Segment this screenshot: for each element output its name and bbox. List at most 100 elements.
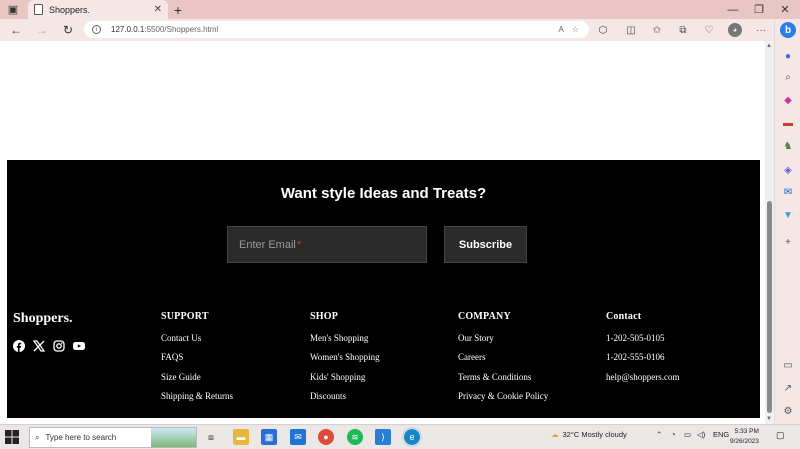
favorite-star-icon[interactable]: ☆ <box>572 25 579 34</box>
footer-column-shop: SHOP Men's Shopping Women's Shopping Kid… <box>310 311 380 411</box>
show-hidden-icons-chevron-up-icon[interactable]: ⌃ <box>656 430 662 439</box>
footer-column-support: SUPPORT Contact Us FAQS Size Guide Shipp… <box>161 311 233 411</box>
new-tab-button[interactable]: + <box>170 0 186 19</box>
hide-sidebar-icon[interactable]: ▭ <box>780 357 796 373</box>
footer-link[interactable]: Men's Shopping <box>310 333 380 352</box>
phone-number[interactable]: 1-202-555-0106 <box>606 352 680 371</box>
windows-start-icon[interactable] <box>5 430 19 444</box>
footer-link[interactable]: Size Guide <box>161 372 233 391</box>
phone-number[interactable]: 1-202-505-0105 <box>606 333 680 352</box>
sidebar-settings-gear-icon[interactable]: ⚙ <box>780 403 796 419</box>
open-external-icon[interactable]: ↗ <box>780 380 796 396</box>
volume-icon[interactable]: ◁) <box>697 430 705 439</box>
footer-link[interactable]: Discounts <box>310 391 380 410</box>
spotify-icon[interactable]: ≋ <box>347 429 363 445</box>
page-scrollbar[interactable]: ▲ ▼ <box>765 41 774 424</box>
column-title: COMPANY <box>458 311 511 322</box>
add-icon[interactable]: + <box>780 234 796 250</box>
footer-link[interactable]: Shipping & Returns <box>161 391 233 410</box>
footer-link[interactable]: Our Story <box>458 333 548 352</box>
x-icon[interactable] <box>33 340 45 352</box>
weather-widget[interactable]: ☁ 32°C Mostly cloudy <box>551 430 627 439</box>
language-indicator[interactable]: ENG <box>713 430 729 439</box>
email-address[interactable]: help@shoppers.com <box>606 372 680 391</box>
footer-brand-logo[interactable]: Shoppers. <box>13 311 73 327</box>
extensions-icon[interactable]: ⬡ <box>596 23 610 37</box>
footer-column-company: COMPANY Our Story Careers Terms & Condit… <box>458 311 548 411</box>
scroll-down-icon[interactable]: ▼ <box>766 416 772 422</box>
scroll-up-icon[interactable]: ▲ <box>766 43 772 49</box>
reload-button[interactable]: ↻ <box>60 22 76 38</box>
outlook-icon[interactable]: ✉ <box>780 184 796 200</box>
read-aloud-icon[interactable]: A <box>558 25 563 34</box>
search-icon[interactable]: ⌕ <box>780 69 796 85</box>
edge-sidebar: b ● ⌕ ◆ ▬ ♞ ◈ ✉ ▼ + ▭ ↗ ⚙ <box>774 19 800 424</box>
battery-icon[interactable]: ▭ <box>684 430 691 439</box>
column-title: SHOP <box>310 311 339 322</box>
games-icon[interactable]: ♞ <box>780 138 796 154</box>
url-path: :5500/Shoppers.html <box>144 25 219 34</box>
instagram-icon[interactable] <box>53 340 65 352</box>
column-title: Contact <box>606 311 642 322</box>
toolbox-icon[interactable]: ▬ <box>780 115 796 131</box>
edge-icon[interactable]: e <box>402 427 422 447</box>
file-explorer-icon[interactable]: ▬ <box>233 429 249 445</box>
browser-essentials-icon[interactable]: ♡ <box>702 23 716 37</box>
url-host: 127.0.0.1 <box>111 25 145 34</box>
email-input[interactable]: Enter Email * <box>227 226 427 263</box>
back-button[interactable]: ← <box>8 22 24 38</box>
notifications-icon[interactable]: ▢ <box>776 430 785 441</box>
footer-link[interactable]: Privacy & Cookie Policy <box>458 391 548 410</box>
close-tab-icon[interactable]: ✕ <box>154 4 162 15</box>
site-footer: Want style Ideas and Treats? Enter Email… <box>7 160 760 418</box>
social-links <box>13 340 85 352</box>
column-title: SUPPORT <box>161 311 209 322</box>
forward-button[interactable]: → <box>34 22 50 38</box>
tag-icon[interactable]: ◆ <box>780 92 796 108</box>
newsletter-title: Want style Ideas and Treats? <box>280 185 487 202</box>
scroll-thumb[interactable] <box>767 201 772 413</box>
task-view-icon[interactable]: ⧈ <box>203 429 219 445</box>
email-placeholder: Enter Email <box>239 238 296 251</box>
wifi-icon[interactable]: ◔ <box>671 430 676 439</box>
mail-icon[interactable]: ✉ <box>290 429 306 445</box>
page-favicon-icon <box>34 4 43 15</box>
settings-more-icon[interactable]: ··· <box>754 23 768 37</box>
collections-icon[interactable]: ⧉ <box>676 23 690 37</box>
tab-strip: ▣ Shoppers. ✕ + — ❐ ✕ <box>0 0 800 19</box>
address-bar[interactable]: i 127.0.0.1:5500/Shoppers.html A ☆ <box>84 21 589 38</box>
footer-link[interactable]: Women's Shopping <box>310 352 380 371</box>
youtube-icon[interactable] <box>73 340 85 352</box>
favorites-icon[interactable]: ✩ <box>650 23 664 37</box>
partly-cloudy-icon: ☁ <box>551 430 559 439</box>
footer-link[interactable]: Terms & Conditions <box>458 372 548 391</box>
footer-link[interactable]: FAQS <box>161 352 233 371</box>
clock-time: 5:33 PM <box>734 428 759 435</box>
subscribe-button[interactable]: Subscribe <box>444 226 527 263</box>
vscode-icon[interactable]: ⟩ <box>375 429 391 445</box>
split-screen-icon[interactable]: ◫ <box>624 23 638 37</box>
tab-actions-icon[interactable]: ▣ <box>0 0 26 19</box>
footer-link[interactable]: Careers <box>458 352 548 371</box>
site-info-icon[interactable]: i <box>92 25 101 34</box>
drop-icon[interactable]: ▼ <box>780 207 796 223</box>
footer-link[interactable]: Contact Us <box>161 333 233 352</box>
weather-text: 32°C Mostly cloudy <box>562 430 627 439</box>
bing-copilot-icon[interactable]: b <box>780 22 796 38</box>
tab-title: Shoppers. <box>49 4 91 15</box>
facebook-icon[interactable] <box>13 340 25 352</box>
clock-date: 9/26/2023 <box>730 438 759 445</box>
profile-avatar[interactable]: ◕ <box>728 23 742 37</box>
taskbar-clock[interactable]: 5:33 PM 9/26/2023 <box>730 427 759 447</box>
close-window-button[interactable]: ✕ <box>770 0 800 19</box>
search-highlight-image <box>151 428 196 447</box>
chrome-icon[interactable]: ● <box>318 429 334 445</box>
store-icon[interactable]: ▦ <box>261 429 277 445</box>
required-mark: * <box>296 238 302 251</box>
browser-tab[interactable]: Shoppers. ✕ <box>28 0 168 19</box>
bell-icon[interactable]: ● <box>780 48 796 64</box>
office-icon[interactable]: ◈ <box>780 162 796 178</box>
taskbar-search-box[interactable]: ⌕ Type here to search <box>29 427 197 448</box>
search-icon: ⌕ <box>35 432 40 442</box>
footer-link[interactable]: Kids' Shopping <box>310 372 380 391</box>
